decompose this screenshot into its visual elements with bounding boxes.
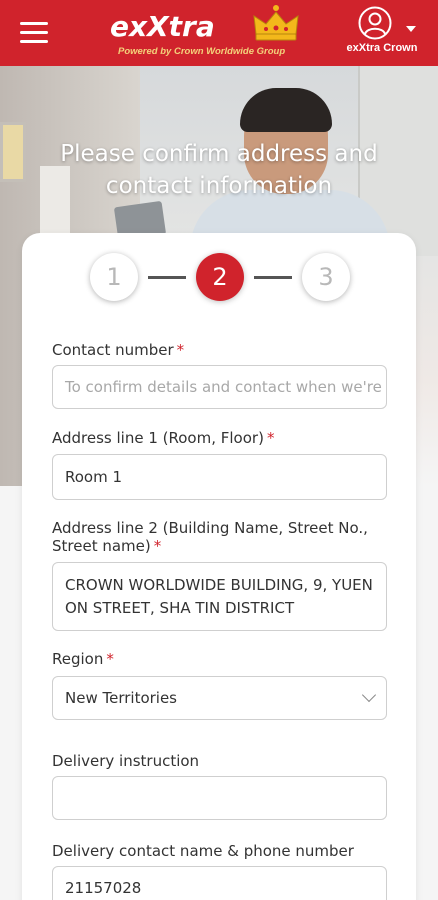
chevron-down-icon (361, 687, 377, 703)
crown-icon (253, 5, 299, 41)
required-marker: * (266, 429, 275, 447)
region-select[interactable]: New Territories (52, 676, 387, 720)
brand-logo: exXtra Powered by Crown Worldwide Group (110, 4, 310, 62)
contact-number-label: Contact number * (52, 341, 184, 359)
region-label: Region * (52, 650, 114, 668)
address-line1-input[interactable]: Room 1 (52, 454, 387, 500)
app-header: exXtra Powered by Crown Worldwide Group … (0, 0, 438, 66)
step-3[interactable]: 3 (302, 253, 350, 301)
brand-tagline: Powered by Crown Worldwide Group (118, 46, 286, 57)
delivery-contact-input[interactable]: 21157028 (52, 866, 387, 900)
required-marker: * (106, 650, 114, 668)
address-line2-label-line2: Street name) (52, 537, 151, 555)
required-marker: * (153, 537, 162, 555)
step-connector (148, 276, 186, 279)
region-selected-value: New Territories (65, 689, 178, 707)
step-1[interactable]: 1 (90, 253, 138, 301)
address-line2-label-line1: Address line 2 (Building Name, Street No… (52, 519, 368, 537)
progress-stepper: 1 2 3 (90, 253, 352, 303)
address-line2-input[interactable]: CROWN WORLDWIDE BUILDING, 9, YUEN ON STR… (52, 562, 387, 631)
address-line2-label: Address line 2 (Building Name, Street No… (52, 519, 368, 555)
menu-icon[interactable] (20, 22, 48, 44)
user-name: exXtra Crown (346, 42, 418, 54)
step-2[interactable]: 2 (196, 253, 244, 301)
form-card: 1 2 3 Contact number * To confirm details… (22, 233, 416, 900)
page-title: Please confirm address and contact infor… (60, 141, 378, 199)
address-line1-label: Address line 1 (Room, Floor) * (52, 429, 274, 447)
hero-person-hair (240, 88, 332, 132)
region-label-text: Region (52, 650, 104, 668)
chevron-down-icon (406, 26, 416, 32)
required-marker: * (176, 341, 185, 359)
delivery-instruction-label: Delivery instruction (52, 752, 200, 770)
contact-number-input[interactable]: To confirm details and contact when we'r… (52, 365, 387, 409)
user-menu[interactable]: exXtra Crown (338, 6, 428, 60)
address-line1-label-text: Address line 1 (Room, Floor) (52, 429, 264, 447)
brand-name: exXtra (110, 10, 215, 43)
delivery-instruction-input[interactable] (52, 776, 387, 820)
delivery-contact-label: Delivery contact name & phone number (52, 842, 354, 860)
contact-number-label-text: Contact number (52, 341, 174, 359)
user-avatar-icon (358, 6, 392, 40)
step-connector (254, 276, 292, 279)
